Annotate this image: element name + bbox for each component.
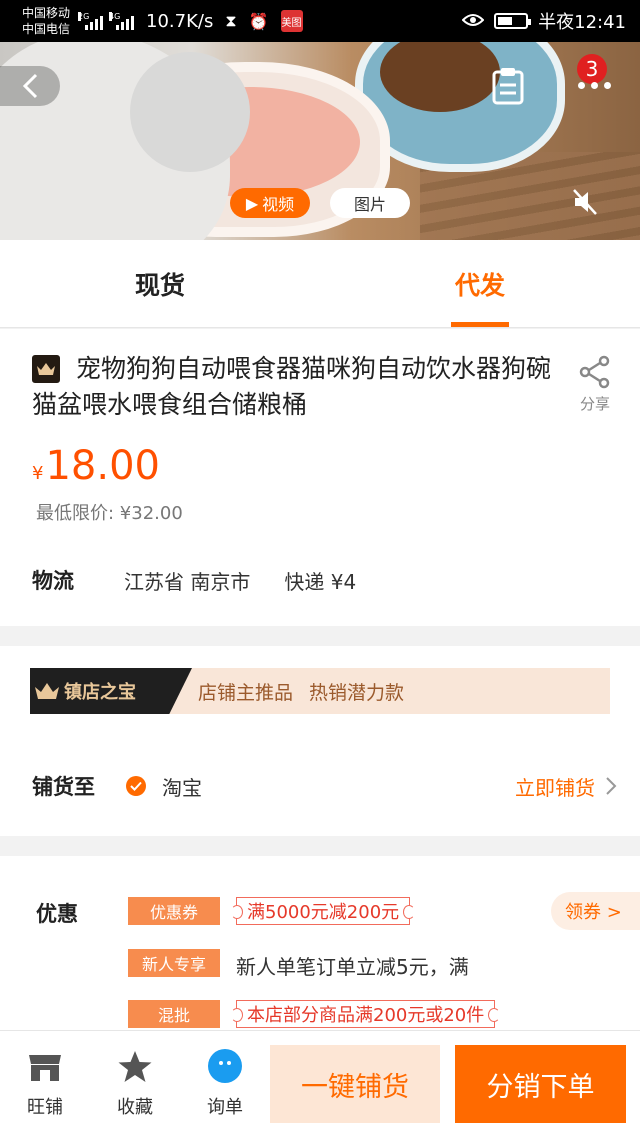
clock: 半夜12:41 (538, 12, 626, 33)
video-tab-button[interactable]: ▶ 视频 (230, 188, 310, 218)
signal-icon-2: 4G (109, 12, 135, 30)
coupon-text: 满5000元减200元 (230, 897, 416, 925)
inquiry-label: 询单 (207, 1097, 243, 1118)
inquiry-button[interactable]: 询单 (190, 1049, 260, 1119)
eye-icon (461, 11, 485, 32)
battery-icon (494, 13, 532, 29)
promo-tag: 混批 (128, 1000, 220, 1028)
banner-text-1: 店铺主推品 (198, 681, 294, 704)
chat-icon (206, 1049, 244, 1085)
distribute-now-link[interactable]: 立即铺货 (515, 772, 617, 801)
carrier-1: 中国移动 (22, 6, 71, 20)
crown-icon (35, 683, 59, 699)
more-button[interactable]: 3 (572, 54, 620, 102)
chevron-right-icon (606, 777, 617, 795)
star-icon (117, 1049, 153, 1085)
banner-badge: 镇店之宝 (30, 668, 192, 714)
platform-name: 淘宝 (162, 775, 202, 800)
coupon-text: 本店部分商品满200元或20件 (230, 1000, 501, 1028)
share-label: 分享 (579, 395, 610, 413)
video-label: 视频 (262, 195, 295, 214)
price: ¥ 18.00 (32, 443, 160, 489)
min-price: 最低限价: ¥32.00 (36, 503, 183, 524)
network-type-1: 2G (78, 12, 90, 21)
active-tab-indicator (451, 322, 509, 327)
cart-count-badge: 3 (577, 54, 607, 84)
clipboard-button[interactable] (488, 66, 528, 106)
get-coupon-button[interactable]: 领券 > (551, 892, 640, 930)
promo-text: 新人单笔订单立减5元，满 (236, 955, 469, 979)
status-right: 半夜12:41 (461, 8, 626, 34)
mode-tabs: 现货 代发 (0, 240, 640, 328)
shop-label: 旺铺 (27, 1097, 63, 1118)
promo-tag: 优惠券 (128, 897, 220, 925)
shipping-fee: 快递 ¥4 (284, 569, 357, 594)
checkmark-icon (126, 776, 146, 796)
distribute-label: 铺货至 (32, 775, 95, 799)
promo-tag: 新人专享 (128, 949, 220, 977)
more-icon (578, 82, 611, 89)
status-bar: 中国移动 中国电信 2G 4G 10.7K/s ⧗ ⏰ 美图 半夜12:41 (0, 0, 640, 42)
signal-icon: 2G (78, 12, 104, 30)
clipboard-icon (492, 68, 524, 105)
distribute-now-label: 立即铺货 (515, 775, 595, 800)
tab-dropship[interactable]: 代发 (420, 240, 540, 328)
play-icon: ▶ (245, 193, 259, 213)
shop-button[interactable]: 旺铺 (10, 1049, 80, 1119)
product-image[interactable] (0, 42, 640, 240)
distribute-order-button[interactable]: 分销下单 (455, 1045, 626, 1123)
network-speed: 10.7K/s (146, 10, 214, 32)
tab-spot[interactable]: 现货 (100, 240, 220, 328)
favorite-button[interactable]: 收藏 (100, 1049, 170, 1119)
logistics-row: 物流 江苏省 南京市 快递 ¥4 (32, 565, 356, 595)
network-type-2: 4G (109, 12, 121, 21)
promotions-label: 优惠 (36, 902, 78, 926)
one-click-distribute-button[interactable]: 一键铺货 (270, 1045, 440, 1123)
chevron-left-icon (22, 73, 38, 99)
share-button[interactable]: 分享 (572, 355, 618, 419)
share-icon (579, 355, 610, 389)
back-button[interactable] (0, 66, 60, 106)
image-label: 图片 (353, 195, 386, 214)
shop-recommend-section: 镇店之宝 店铺主推品 热销潜力款 铺货至 淘宝 立即铺货 (0, 646, 640, 836)
banner-text: 店铺主推品 热销潜力款 (198, 668, 404, 714)
app-notification-icon: 美图 (280, 10, 303, 32)
favorite-label: 收藏 (117, 1097, 153, 1118)
banner-title: 镇店之宝 (64, 682, 136, 703)
treasure-banner[interactable]: 镇店之宝 店铺主推品 热销潜力款 (30, 668, 610, 714)
speaker-muted-icon (573, 189, 597, 215)
shipping-location: 江苏省 南京市 (124, 569, 251, 594)
banner-text-2: 热销潜力款 (309, 681, 405, 704)
crown-icon (32, 355, 60, 383)
logistics-label: 物流 (32, 569, 74, 593)
distribute-row[interactable]: 铺货至 淘宝 立即铺货 (32, 766, 617, 806)
app-screen: 中国移动 中国电信 2G 4G 10.7K/s ⧗ ⏰ 美图 半夜12:41 3… (0, 0, 640, 1137)
product-title: 宠物狗狗自动喂食器猫咪狗自动饮水器狗碗猫盆喂水喂食组合储粮桶 (32, 354, 552, 419)
hourglass-icon: ⧗ (225, 11, 237, 30)
price-value: 18.00 (45, 443, 160, 489)
alarm-icon: ⏰ (248, 11, 269, 31)
mute-button[interactable] (570, 186, 602, 218)
bottom-action-bar: 旺铺 收藏 询单 一键铺货 分销下单 (0, 1030, 640, 1137)
image-tab-button[interactable]: 图片 (330, 188, 410, 218)
product-info: 宠物狗狗自动喂食器猫咪狗自动饮水器狗碗猫盆喂水喂食组合储粮桶 分享 ¥ 18.0… (0, 329, 640, 626)
carrier-info: 中国移动 中国电信 (22, 5, 70, 37)
currency-symbol: ¥ (32, 463, 44, 484)
carrier-2: 中国电信 (22, 22, 71, 36)
promotions-section: 优惠 优惠券 满5000元减200元 新人专享 新人单笔订单立减5元，满 混批 … (0, 856, 640, 1037)
store-icon (27, 1049, 63, 1085)
